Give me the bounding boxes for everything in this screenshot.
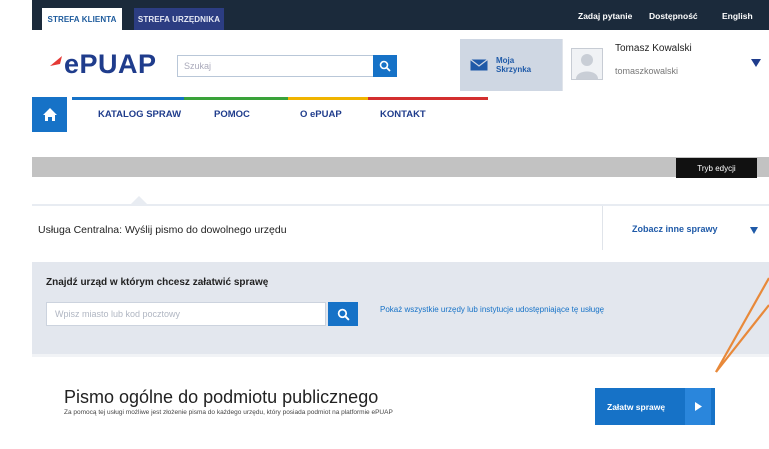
divider xyxy=(32,354,769,357)
find-office-title: Znajdź urząd w którym chcesz załatwić sp… xyxy=(46,277,269,288)
home-button[interactable] xyxy=(32,97,67,132)
nav-stripe-blue xyxy=(72,97,184,100)
find-office-panel: Znajdź urząd w którym chcesz załatwić sp… xyxy=(32,262,769,354)
edit-toolbar xyxy=(32,157,769,177)
search-input[interactable] xyxy=(178,56,368,76)
accessibility-link[interactable]: Dostępność xyxy=(649,11,698,21)
user-login: tomaszkowalski xyxy=(615,66,679,76)
tab-clerk-zone[interactable]: STREFA URZĘDNIKA xyxy=(134,8,224,30)
search-icon xyxy=(379,60,391,72)
nav-about[interactable]: O ePUAP xyxy=(300,109,342,120)
other-services-link[interactable]: Zobacz inne sprawy xyxy=(632,224,718,234)
service-title: Usługa Centralna: Wyślij pismo do dowoln… xyxy=(38,224,287,236)
handle-case-label: Załatw sprawę xyxy=(607,401,666,412)
english-link[interactable]: English xyxy=(722,11,753,21)
inbox-label: Moja Skrzynka xyxy=(496,56,532,74)
user-silhouette-icon xyxy=(576,54,598,79)
service-header: Usługa Centralna: Wyślij pismo do dowoln… xyxy=(32,206,769,250)
office-search-field xyxy=(46,302,326,326)
nav-stripe-green xyxy=(184,97,288,100)
chevron-down-icon[interactable] xyxy=(751,59,761,67)
user-menu[interactable]: Tomasz Kowalski tomaszkowalski xyxy=(562,39,769,91)
logo-swoosh-icon xyxy=(50,56,62,66)
document-title: Pismo ogólne do podmiotu publicznego xyxy=(64,387,379,407)
my-inbox-button[interactable]: Moja Skrzynka xyxy=(460,39,562,91)
nav-stripe-red xyxy=(368,97,488,100)
ask-question-link[interactable]: Zadaj pytanie xyxy=(578,11,632,21)
nav-catalog[interactable]: KATALOG SPRAW xyxy=(98,109,181,120)
main-nav: KATALOG SPRAW POMOC O ePUAP KONTAKT xyxy=(32,97,769,135)
pointer-triangle xyxy=(131,196,147,204)
nav-contact[interactable]: KONTAKT xyxy=(380,109,426,120)
nav-help[interactable]: POMOC xyxy=(214,109,250,120)
logo-text: ePUAP xyxy=(64,49,157,79)
show-all-offices-link[interactable]: Pokaż wszystkie urzędy lub instytucje ud… xyxy=(380,305,630,315)
user-name: Tomasz Kowalski xyxy=(615,43,692,54)
avatar xyxy=(571,48,603,80)
header-search xyxy=(177,55,397,77)
handle-case-button[interactable]: Załatw sprawę xyxy=(595,388,715,425)
top-bar: STREFA KLIENTA STREFA URZĘDNIKA Zadaj py… xyxy=(32,0,769,30)
home-icon xyxy=(42,108,57,121)
caret-down-icon[interactable] xyxy=(750,227,758,234)
tab-client-zone[interactable]: STREFA KLIENTA xyxy=(42,8,122,30)
divider xyxy=(602,206,603,250)
office-search-button[interactable] xyxy=(328,302,358,326)
search-icon xyxy=(337,308,350,321)
edit-mode-button[interactable]: Tryb edycji xyxy=(676,158,757,178)
office-search-input[interactable] xyxy=(47,303,287,325)
search-button[interactable] xyxy=(373,55,397,77)
document-description: Za pomocą tej usługi możliwe jest złożen… xyxy=(64,409,393,416)
nav-stripe-yellow xyxy=(288,97,368,100)
envelope-icon xyxy=(470,59,488,71)
play-arrow-icon xyxy=(685,388,711,425)
